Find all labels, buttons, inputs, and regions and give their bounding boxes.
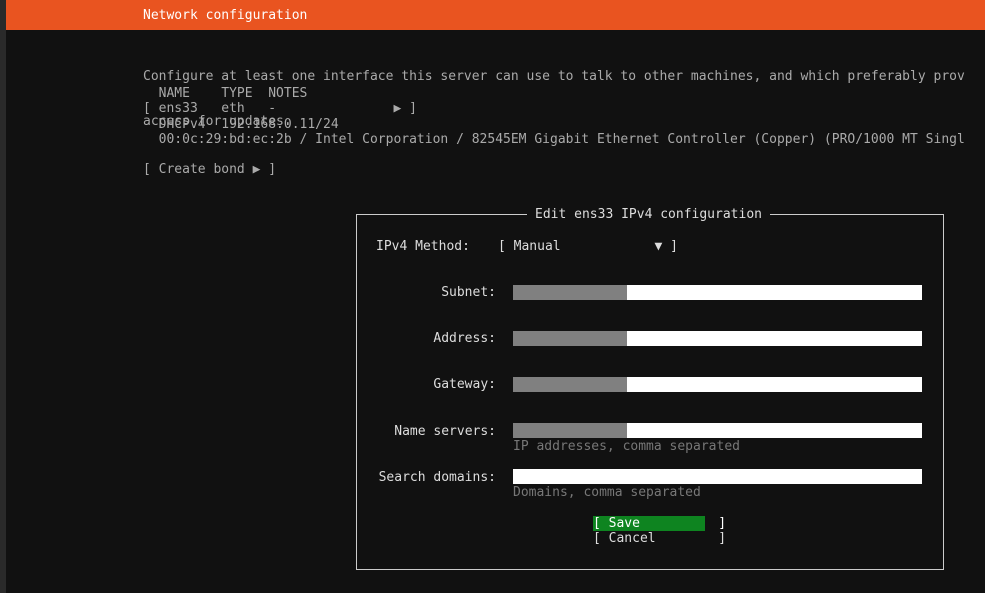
interface-dhcp-info: DHCPv4 192.168.0.11/24 bbox=[143, 117, 339, 132]
intro-line-1: Configure at least one interface this se… bbox=[143, 69, 965, 84]
search-domains-label: Search domains: bbox=[378, 470, 496, 485]
interface-row-ens33[interactable]: [ ens33 eth - ▶ ] bbox=[143, 101, 417, 116]
name-servers-input[interactable] bbox=[513, 423, 922, 438]
create-bond-button[interactable]: [ Create bond ▶ ] bbox=[143, 162, 276, 177]
gateway-input[interactable] bbox=[513, 377, 922, 392]
search-domains-hint: Domains, comma separated bbox=[513, 485, 701, 500]
search-domains-input[interactable] bbox=[513, 469, 922, 484]
page-title: Network configuration bbox=[143, 8, 308, 23]
redacted-value bbox=[513, 423, 627, 438]
subnet-input[interactable] bbox=[513, 285, 922, 300]
dialog-title: Edit ens33 IPv4 configuration bbox=[527, 207, 770, 222]
ipv4-method-label: IPv4 Method: bbox=[376, 239, 470, 254]
cancel-button[interactable]: [ Cancel ] bbox=[593, 531, 726, 546]
address-label: Address: bbox=[433, 331, 496, 346]
redacted-value bbox=[513, 285, 627, 300]
redacted-value bbox=[513, 331, 627, 346]
redacted-value bbox=[513, 377, 627, 392]
interface-hardware-info: 00:0c:29:bd:ec:2b / Intel Corporation / … bbox=[143, 132, 965, 147]
ipv4-method-select[interactable]: [ Manual ▼ ] bbox=[498, 239, 678, 254]
name-servers-hint: IP addresses, comma separated bbox=[513, 439, 740, 454]
interfaces-table-header: NAME TYPE NOTES bbox=[143, 86, 308, 101]
gateway-label: Gateway: bbox=[433, 377, 496, 392]
name-servers-label: Name servers: bbox=[394, 424, 496, 439]
window-left-edge bbox=[0, 0, 6, 593]
address-input[interactable] bbox=[513, 331, 922, 346]
subnet-label: Subnet: bbox=[441, 285, 496, 300]
save-button[interactable]: [ Save ] bbox=[593, 516, 726, 531]
